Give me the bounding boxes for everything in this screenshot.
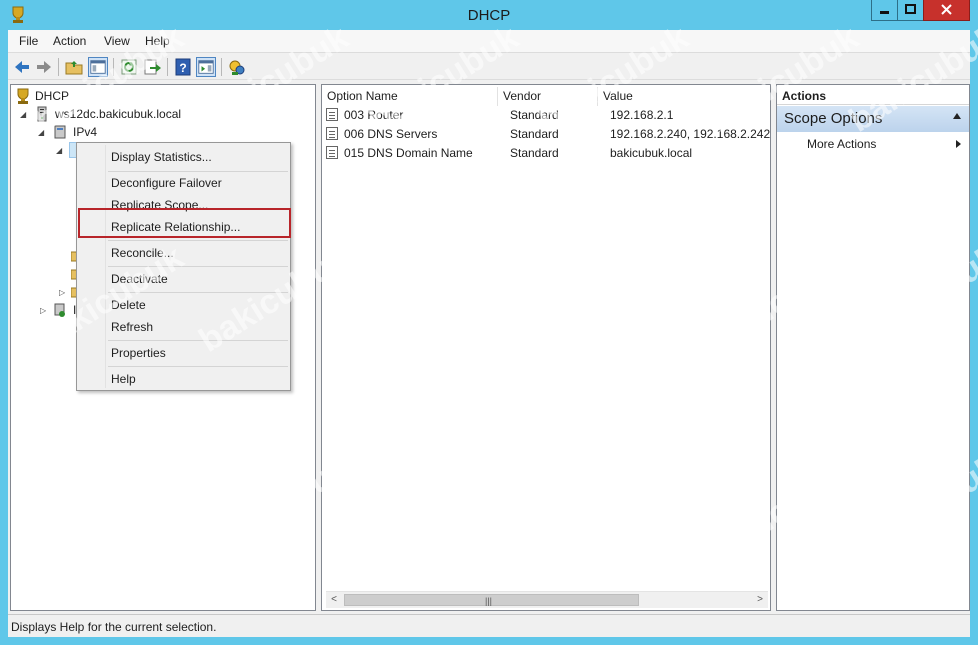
ipv6-icon (54, 303, 65, 317)
scrollbar-grip: ||| (485, 596, 493, 606)
more-actions-link[interactable]: More Actions (807, 137, 876, 151)
toolbar-separator (113, 58, 114, 76)
context-menu-gutter (105, 145, 106, 388)
context-menu-separator (108, 266, 288, 267)
option-list-icon (326, 146, 338, 159)
actions-title: Actions (777, 85, 969, 105)
ctx-display-statistics[interactable]: Display Statistics... (111, 150, 212, 164)
refresh-icon[interactable] (119, 57, 139, 77)
option-list-icon (326, 127, 338, 140)
tree-node-server[interactable]: ws12dc.bakicubuk.local (35, 106, 215, 122)
context-menu-separator (108, 240, 288, 241)
minimize-button[interactable] (871, 0, 898, 21)
expand-arrow-icon[interactable]: ◢ (20, 110, 26, 119)
tree-label-ipv4: IPv4 (73, 125, 98, 139)
highlight-annotation-box (78, 208, 291, 238)
help-icon[interactable]: ? (173, 57, 193, 77)
server-icon (37, 106, 47, 122)
cell-vendor: Standard (510, 146, 559, 160)
tree-label-server: ws12dc.bakicubuk.local (55, 107, 182, 121)
table-row[interactable]: 015 DNS Domain Name Standard bakicubuk.l… (326, 144, 766, 163)
toolbar: ? (8, 52, 970, 80)
toolbar-separator (167, 58, 168, 76)
mmc-client-area: File Action View Help ? DHCP ◢ ws12dc.ba… (8, 30, 970, 637)
menu-action[interactable]: Action (53, 34, 86, 48)
toolbar-separator (221, 58, 222, 76)
context-menu-separator (108, 340, 288, 341)
export-list-icon[interactable] (142, 57, 162, 77)
scrollbar-thumb[interactable]: ||| (344, 594, 639, 606)
svg-text:?: ? (179, 61, 186, 75)
minimize-icon (880, 11, 889, 14)
up-folder-icon[interactable] (64, 57, 84, 77)
maximize-button[interactable] (897, 0, 924, 21)
expand-arrow-icon[interactable]: ◢ (38, 128, 44, 137)
submenu-arrow-icon (956, 140, 961, 148)
toolbar-separator (58, 58, 59, 76)
column-header-value[interactable]: Value (598, 87, 770, 106)
table-row[interactable]: 003 Router Standard 192.168.2.1 (326, 106, 766, 125)
ctx-delete[interactable]: Delete (111, 298, 146, 312)
ctx-deconfigure-failover[interactable]: Deconfigure Failover (111, 176, 222, 190)
ctx-help[interactable]: Help (111, 372, 136, 386)
table-row[interactable]: 006 DNS Servers Standard 192.168.2.240, … (326, 125, 770, 144)
actions-section-label: Scope Options (784, 110, 883, 127)
scroll-left-icon[interactable]: < (326, 592, 342, 608)
ctx-properties[interactable]: Properties (111, 346, 166, 360)
context-menu: Display Statistics... Deconfigure Failov… (76, 142, 291, 391)
window-title: DHCP (467, 7, 511, 24)
dhcp-trophy-icon (17, 88, 29, 104)
collapse-arrow-icon[interactable]: ▷ (40, 306, 46, 315)
ctx-deactivate[interactable]: Deactivate (111, 272, 168, 286)
cell-vendor: Standard (510, 127, 559, 141)
collapse-up-icon[interactable] (953, 113, 961, 119)
context-menu-separator (108, 292, 288, 293)
actions-section-header[interactable]: Scope Options (777, 106, 969, 132)
context-menu-separator (108, 171, 288, 172)
cell-option-name: 006 DNS Servers (344, 127, 438, 141)
context-menu-separator (108, 366, 288, 367)
dhcp-filter-icon[interactable] (227, 57, 247, 77)
menu-help[interactable]: Help (145, 34, 170, 48)
status-bar: Displays Help for the current selection. (8, 614, 970, 637)
ipv4-icon (54, 125, 66, 139)
option-list-icon (326, 108, 338, 121)
tree-node-dhcp[interactable]: DHCP (15, 88, 135, 104)
cell-option-name: 003 Router (344, 108, 404, 122)
column-header-option-name[interactable]: Option Name (322, 87, 498, 106)
status-text: Displays Help for the current selection. (11, 620, 217, 634)
collapse-arrow-icon[interactable]: ▷ (59, 288, 65, 297)
result-list-pane: Option Name Vendor Value 003 Router Stan… (321, 84, 771, 611)
menu-file[interactable]: File (19, 34, 38, 48)
ctx-reconcile[interactable]: Reconcile... (111, 246, 174, 260)
maximize-icon (905, 4, 916, 14)
cell-value: bakicubuk.local (610, 146, 693, 160)
close-icon (941, 4, 952, 15)
close-button[interactable] (923, 0, 970, 21)
title-bar: DHCP (0, 0, 978, 30)
cell-vendor: Standard (510, 108, 559, 122)
show-hide-console-tree-icon[interactable] (88, 57, 108, 77)
scroll-right-icon[interactable]: > (752, 592, 768, 608)
menu-view[interactable]: View (104, 34, 130, 48)
forward-arrow-icon[interactable] (34, 57, 54, 77)
cell-value: 192.168.2.240, 192.168.2.242 (610, 127, 771, 141)
actions-pane: Actions Scope Options More Actions (776, 84, 970, 611)
expand-arrow-icon[interactable]: ◢ (56, 146, 62, 155)
show-hide-action-pane-icon[interactable] (196, 57, 216, 77)
tree-label-dhcp: DHCP (35, 89, 70, 103)
column-header-vendor[interactable]: Vendor (498, 87, 598, 106)
ctx-refresh[interactable]: Refresh (111, 320, 153, 334)
tree-node-ipv4[interactable]: IPv4 (53, 124, 133, 140)
back-arrow-icon[interactable] (12, 57, 32, 77)
menu-bar: File Action View Help (8, 30, 970, 52)
horizontal-scrollbar[interactable]: < ||| > (326, 591, 768, 608)
cell-option-name: 015 DNS Domain Name (344, 146, 473, 160)
cell-value: 192.168.2.1 (610, 108, 674, 122)
